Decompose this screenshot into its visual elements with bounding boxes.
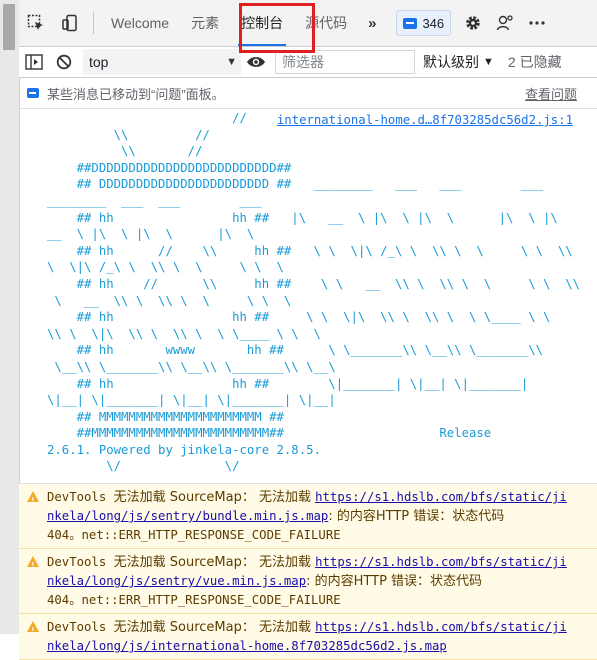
- tab-console[interactable]: 控制台: [230, 0, 294, 46]
- warning-icon: [27, 556, 39, 575]
- issues-count: 346: [422, 15, 445, 31]
- context-value: top: [89, 54, 109, 70]
- notice-text: 某些消息已移动到“问题”面板。: [47, 86, 225, 102]
- console-warning: DevTools 无法加载 SourceMap： 无法加载 https://s1…: [19, 484, 597, 549]
- scrollbar-thumb[interactable]: [3, 4, 15, 50]
- devtools-panel: Welcome 元素 控制台 源代码 » 346 top ▼ 筛选器 默认级别 …: [19, 0, 597, 660]
- console-message-ascii-art: international-home.d…8f703285dc56d2.js:1…: [19, 109, 597, 484]
- ascii-art-banner: // \\ // \\ // ##DDDDDDDDDDDDDDDDDDDDDDD…: [47, 111, 581, 474]
- remote-devices-icon[interactable]: [489, 0, 521, 46]
- tab-sources[interactable]: 源代码: [294, 0, 358, 46]
- issues-badge[interactable]: 346: [396, 10, 452, 36]
- more-tabs-button[interactable]: »: [358, 15, 386, 32]
- hidden-messages-count[interactable]: 2 已隐藏: [508, 52, 562, 72]
- message-icon: [27, 88, 39, 98]
- console-warning: DevTools 无法加载 SourceMap： 无法加载 https://s1…: [19, 614, 597, 660]
- warning-icon: [27, 491, 39, 510]
- warning-icon: [27, 621, 39, 640]
- console-log: international-home.d…8f703285dc56d2.js:1…: [19, 109, 597, 660]
- more-options-icon[interactable]: [521, 0, 553, 46]
- inspect-element-icon[interactable]: [19, 0, 53, 46]
- log-levels-label: 默认级别: [423, 54, 479, 70]
- toggle-sidebar-icon[interactable]: [19, 47, 49, 77]
- clear-console-icon[interactable]: [49, 47, 79, 77]
- dropdown-arrow-icon: ▼: [226, 56, 237, 68]
- filter-input[interactable]: [275, 50, 415, 74]
- issues-icon: [403, 17, 418, 29]
- view-issues-link[interactable]: 查看问题: [525, 84, 577, 103]
- issues-moved-notice: 某些消息已移动到“问题”面板。 查看问题: [19, 78, 597, 109]
- tab-elements[interactable]: 元素: [180, 0, 230, 46]
- levels-dropdown-arrow-icon: ▼: [483, 56, 494, 68]
- settings-gear-icon[interactable]: [457, 0, 489, 46]
- context-selector[interactable]: top ▼: [83, 49, 241, 75]
- toolbar-divider: [93, 12, 94, 34]
- console-warning: DevTools 无法加载 SourceMap： 无法加载 https://s1…: [19, 549, 597, 614]
- tab-welcome[interactable]: Welcome: [100, 0, 180, 46]
- vertical-scrollbar[interactable]: [0, 0, 20, 634]
- live-expression-eye-icon[interactable]: [241, 47, 271, 77]
- log-levels-dropdown[interactable]: 默认级别 ▼: [423, 52, 494, 72]
- devtools-tab-bar: Welcome 元素 控制台 源代码 » 346: [19, 0, 597, 53]
- device-toolbar-icon[interactable]: [53, 0, 87, 46]
- console-filter-bar: top ▼ 默认级别 ▼ 2 已隐藏: [19, 47, 597, 78]
